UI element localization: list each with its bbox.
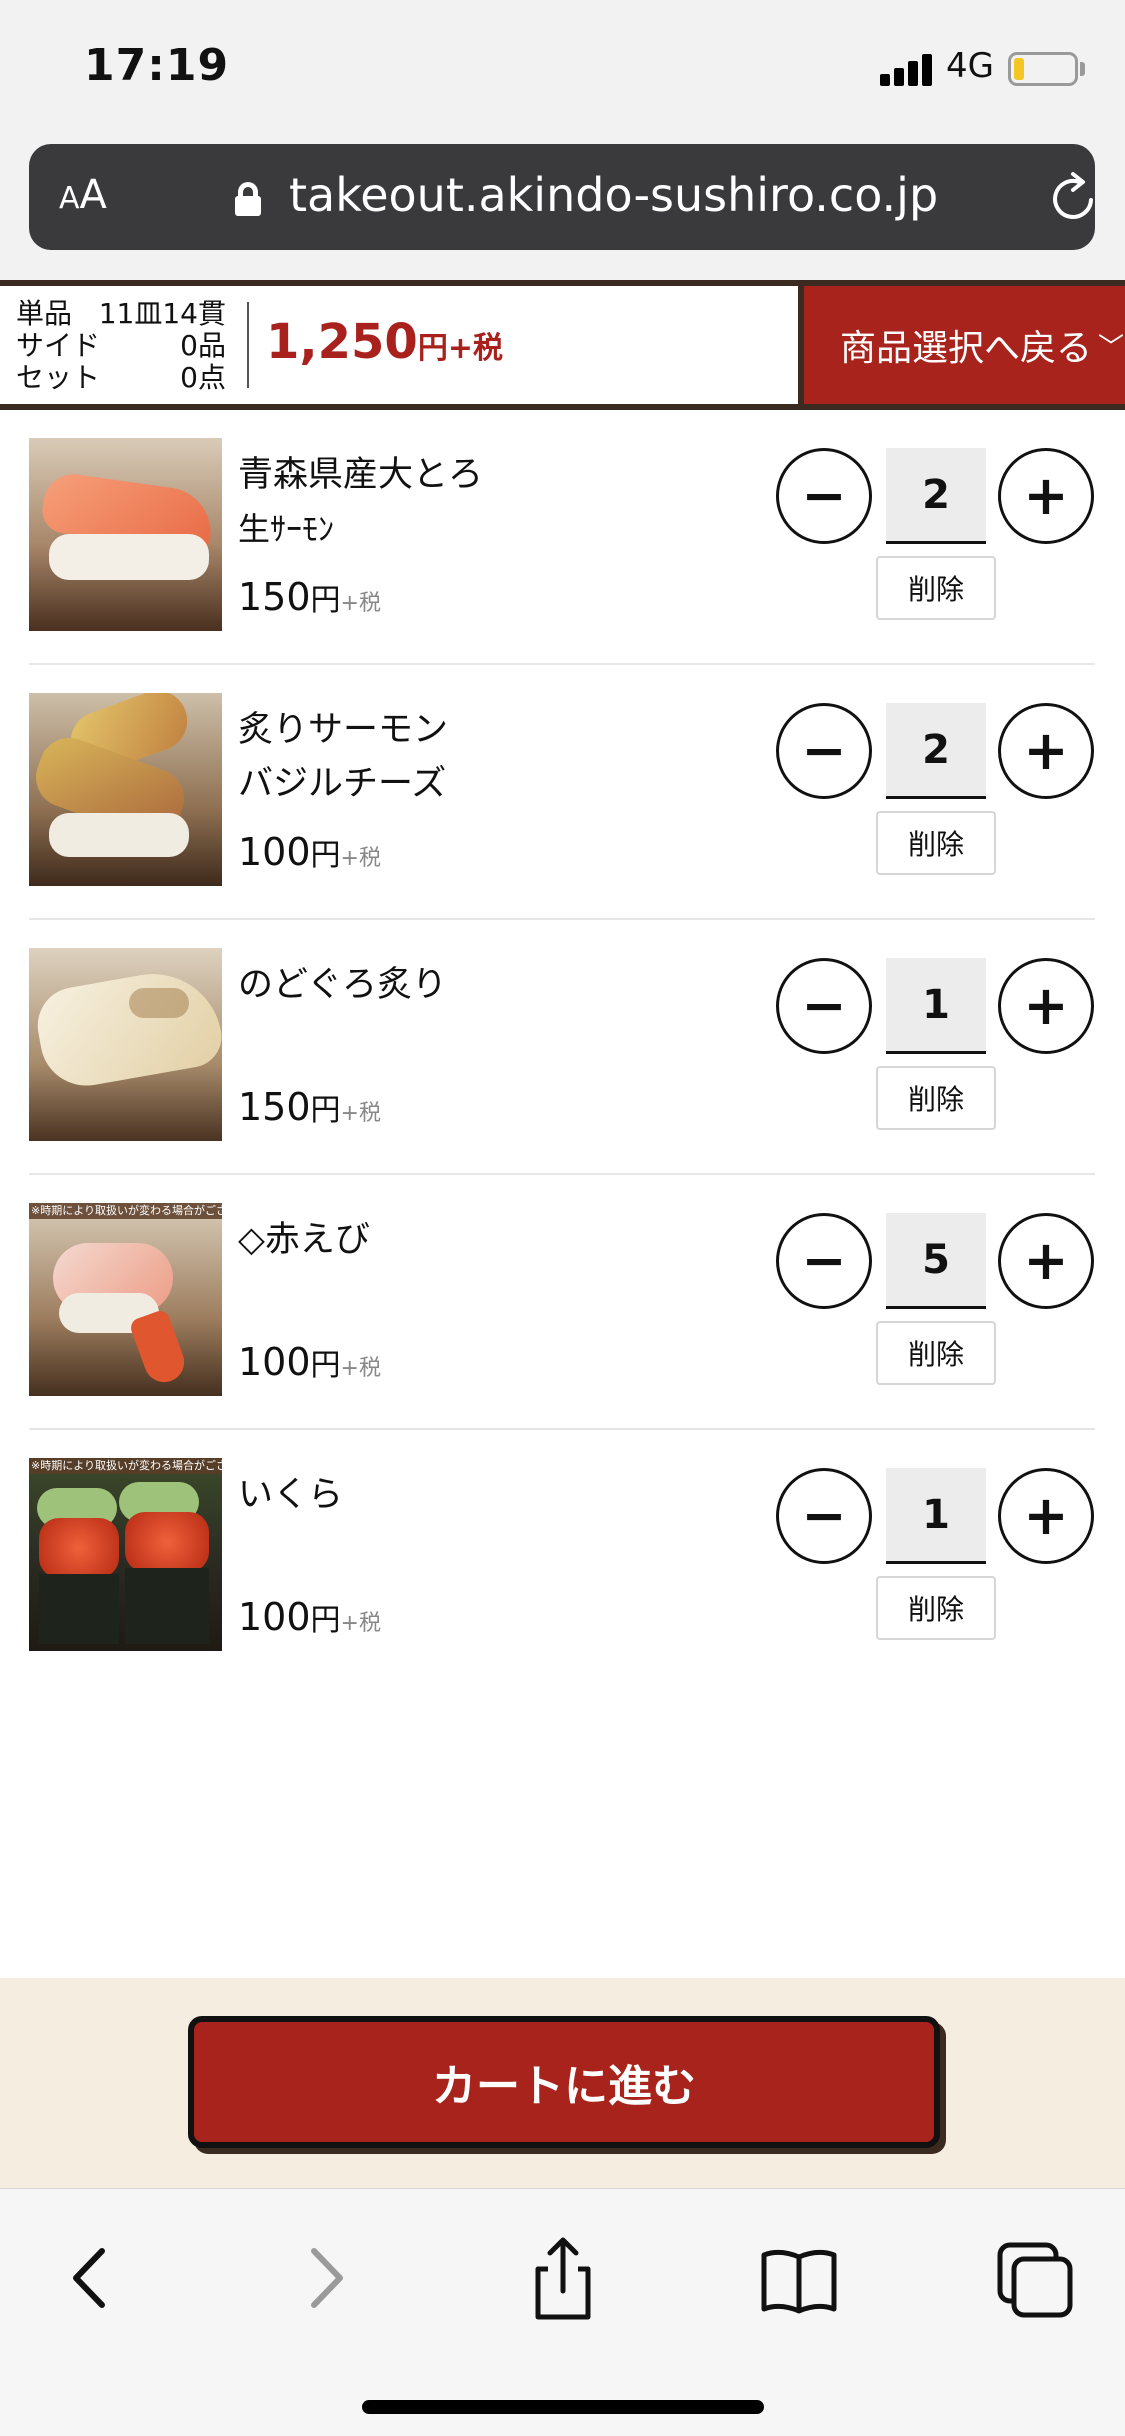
cart-item: のどぐろ炙り 150円+税 − 1 + 削除 (0, 920, 1125, 1175)
decrease-quantity-button[interactable]: − (776, 958, 872, 1054)
home-indicator[interactable] (362, 2400, 764, 2414)
back-arrow-icon[interactable] (46, 2233, 136, 2323)
summary-divider (247, 302, 249, 388)
aa-small: A (59, 181, 80, 216)
count-single: 単品 11皿14貫 (16, 297, 226, 330)
delete-item-button[interactable]: 削除 (876, 1576, 996, 1640)
proceed-to-cart-button[interactable]: カートに進む (188, 2016, 940, 2148)
decrease-quantity-button[interactable]: − (776, 1468, 872, 1564)
bookmarks-icon[interactable] (754, 2233, 844, 2323)
quantity-value[interactable]: 2 (886, 448, 986, 544)
increase-quantity-button[interactable]: + (998, 1213, 1094, 1309)
battery-cap (1080, 62, 1085, 76)
lock-icon (235, 182, 261, 216)
cart-item: ※時期により取扱いが変わる場合がございます ◇赤えび 100円+税 − 5 + … (0, 1175, 1125, 1430)
item-price: 100円+税 (238, 1595, 381, 1639)
address-area: AA takeout.akindo-sushiro.co.jp (0, 140, 1125, 280)
item-image (29, 693, 222, 886)
item-name: ◇赤えび (238, 1220, 370, 1260)
network-type: 4G (946, 46, 994, 86)
page: 17:19 4G AA takeout.akindo-sushiro.co.jp (0, 0, 1125, 2436)
battery-fill (1014, 58, 1024, 80)
item-name: のどぐろ炙り (238, 965, 447, 1005)
reader-options-button[interactable]: AA (59, 172, 107, 218)
quantity-value[interactable]: 5 (886, 1213, 986, 1309)
status-time: 17:19 (84, 40, 230, 91)
item-image: ※時期により取扱いが変わる場合がございます (29, 1203, 222, 1396)
increase-quantity-button[interactable]: + (998, 703, 1094, 799)
item-counts: 単品 11皿14貫 サイド 0品 セット 0点 (16, 298, 226, 394)
browser-toolbar (0, 2188, 1125, 2436)
quantity-value[interactable]: 2 (886, 703, 986, 799)
item-image (29, 438, 222, 631)
decrease-quantity-button[interactable]: − (776, 703, 872, 799)
count-side: サイド 0品 (16, 329, 226, 362)
item-name: 炙りサーモン バジルチーズ (238, 710, 449, 804)
share-icon[interactable] (518, 2233, 608, 2323)
decrease-quantity-button[interactable]: − (776, 448, 872, 544)
cart-item: 青森県産大とろ 生ｻｰﾓﾝ 150円+税 − 2 + 削除 (0, 410, 1125, 665)
signal-icon (880, 52, 934, 86)
url-text[interactable]: takeout.akindo-sushiro.co.jp (289, 168, 938, 222)
count-set: セット 0点 (16, 361, 226, 394)
back-to-products-button[interactable]: 商品選択へ戻る ﹀ (798, 286, 1125, 404)
total-price: 1,250円+税 (266, 314, 503, 370)
order-summary-bar: 単品 11皿14貫 サイド 0品 セット 0点 1,250円+税 商品選択へ戻る… (0, 280, 1125, 410)
delete-item-button[interactable]: 削除 (876, 1066, 996, 1130)
item-name: いくら (238, 1475, 344, 1515)
item-name: 青森県産大とろ 生ｻｰﾓﾝ (238, 455, 484, 548)
forward-arrow-icon[interactable] (280, 2233, 370, 2323)
delete-item-button[interactable]: 削除 (876, 811, 996, 875)
quantity-value[interactable]: 1 (886, 1468, 986, 1564)
reload-icon[interactable] (1045, 170, 1101, 226)
increase-quantity-button[interactable]: + (998, 448, 1094, 544)
chevron-down-icon: ﹀ (1098, 332, 1125, 363)
delete-item-button[interactable]: 削除 (876, 556, 996, 620)
increase-quantity-button[interactable]: + (998, 958, 1094, 1054)
item-price: 150円+税 (238, 575, 381, 619)
item-price: 100円+税 (238, 1340, 381, 1384)
item-price: 100円+税 (238, 830, 381, 874)
quantity-value[interactable]: 1 (886, 958, 986, 1054)
item-image: ※時期により取扱いが変わる場合がございます (29, 1458, 222, 1651)
item-image-note: ※時期により取扱いが変わる場合がございます (29, 1458, 222, 1474)
item-image-note: ※時期により取扱いが変わる場合がございます (29, 1203, 222, 1219)
cart-item: 炙りサーモン バジルチーズ 100円+税 − 2 + 削除 (0, 665, 1125, 920)
aa-large: A (79, 172, 107, 218)
address-bar[interactable]: AA takeout.akindo-sushiro.co.jp (29, 144, 1095, 250)
decrease-quantity-button[interactable]: − (776, 1213, 872, 1309)
cart-item: ※時期により取扱いが変わる場合がございます いくら 100円+税 − 1 + 削… (0, 1430, 1125, 1685)
increase-quantity-button[interactable]: + (998, 1468, 1094, 1564)
battery-icon (1008, 52, 1078, 86)
status-bar: 17:19 4G (0, 0, 1125, 140)
delete-item-button[interactable]: 削除 (876, 1321, 996, 1385)
tabs-icon[interactable] (990, 2233, 1080, 2323)
cart-footer: カートに進む (0, 1978, 1125, 2188)
item-price: 150円+税 (238, 1085, 381, 1129)
item-image (29, 948, 222, 1141)
